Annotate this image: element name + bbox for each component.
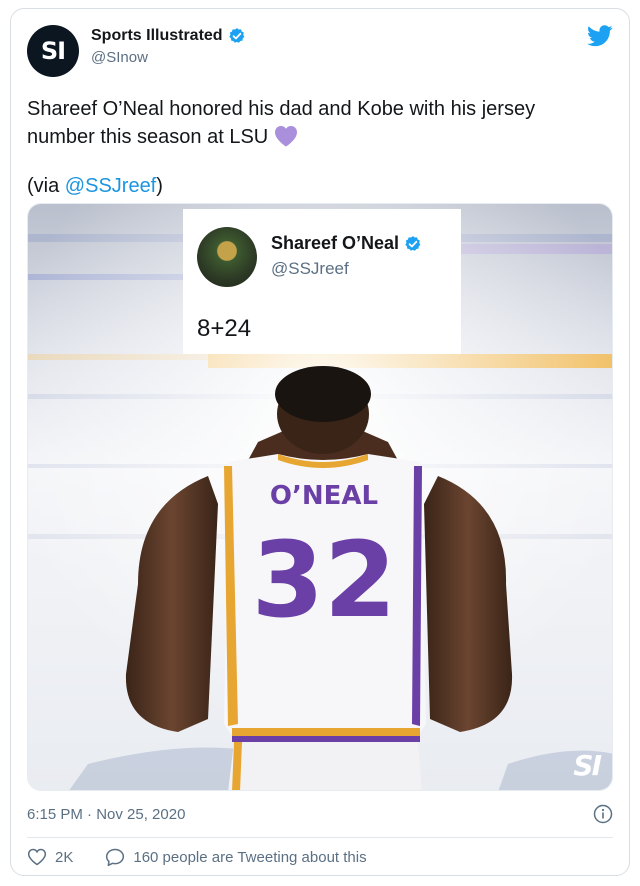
embedded-author-name-row: Shareef O’Neal (271, 233, 422, 254)
tweet-card: SI Sports Illustrated @SInow Shareef O’N… (10, 8, 630, 876)
embedded-author-name: Shareef O’Neal (271, 233, 400, 253)
verified-badge-icon (228, 28, 244, 43)
via-mention-link[interactable]: @SSJreef (65, 175, 156, 197)
tweet-timestamp[interactable]: 6:15 PM · Nov 25, 2020 (27, 806, 185, 823)
author-avatar[interactable]: SI (27, 25, 79, 77)
avatar-logo-text: SI (40, 37, 66, 65)
author-name[interactable]: Sports Illustrated (91, 27, 223, 45)
heart-outline-icon[interactable] (27, 847, 47, 867)
conversation-text: 160 people are Tweeting about this (133, 848, 367, 866)
tweet-actions: 2K 160 people are Tweeting about this (27, 847, 367, 867)
like-action[interactable]: 2K (27, 847, 73, 867)
si-watermark-logo: SI (573, 749, 602, 782)
embedded-tweet-screenshot: Shareef O’Neal @SSJreef 8+24 (183, 209, 461, 354)
jersey-number-text: 32 (252, 519, 397, 641)
embedded-author-avatar (197, 227, 257, 287)
like-count: 2K (55, 848, 74, 866)
conversation-action[interactable]: 160 people are Tweeting about this (105, 847, 367, 867)
action-divider (27, 837, 613, 838)
tweet-media-image[interactable]: O’NEAL 32 Shareef O’Neal @SSJreef 8+24 S… (27, 203, 613, 791)
via-suffix: ) (156, 175, 163, 197)
author-name-row[interactable]: Sports Illustrated (91, 27, 246, 45)
via-prefix: (via (27, 175, 65, 197)
verified-badge-icon (405, 235, 421, 251)
info-icon[interactable] (593, 804, 613, 824)
embedded-tweet-text: 8+24 (197, 315, 252, 342)
jersey-name-text: O’NEAL (270, 481, 378, 511)
embedded-author-handle: @SSJreef (271, 259, 349, 278)
tweet-via-line: (via @SSJreef) (27, 175, 163, 198)
twitter-bird-icon[interactable] (587, 25, 613, 47)
tweet-text-block: Shareef O’Neal honored his dad and Kobe … (27, 95, 607, 151)
speech-bubble-icon[interactable] (105, 847, 125, 867)
purple-heart-emoji-icon (274, 126, 297, 147)
author-handle[interactable]: @SInow (91, 49, 148, 66)
